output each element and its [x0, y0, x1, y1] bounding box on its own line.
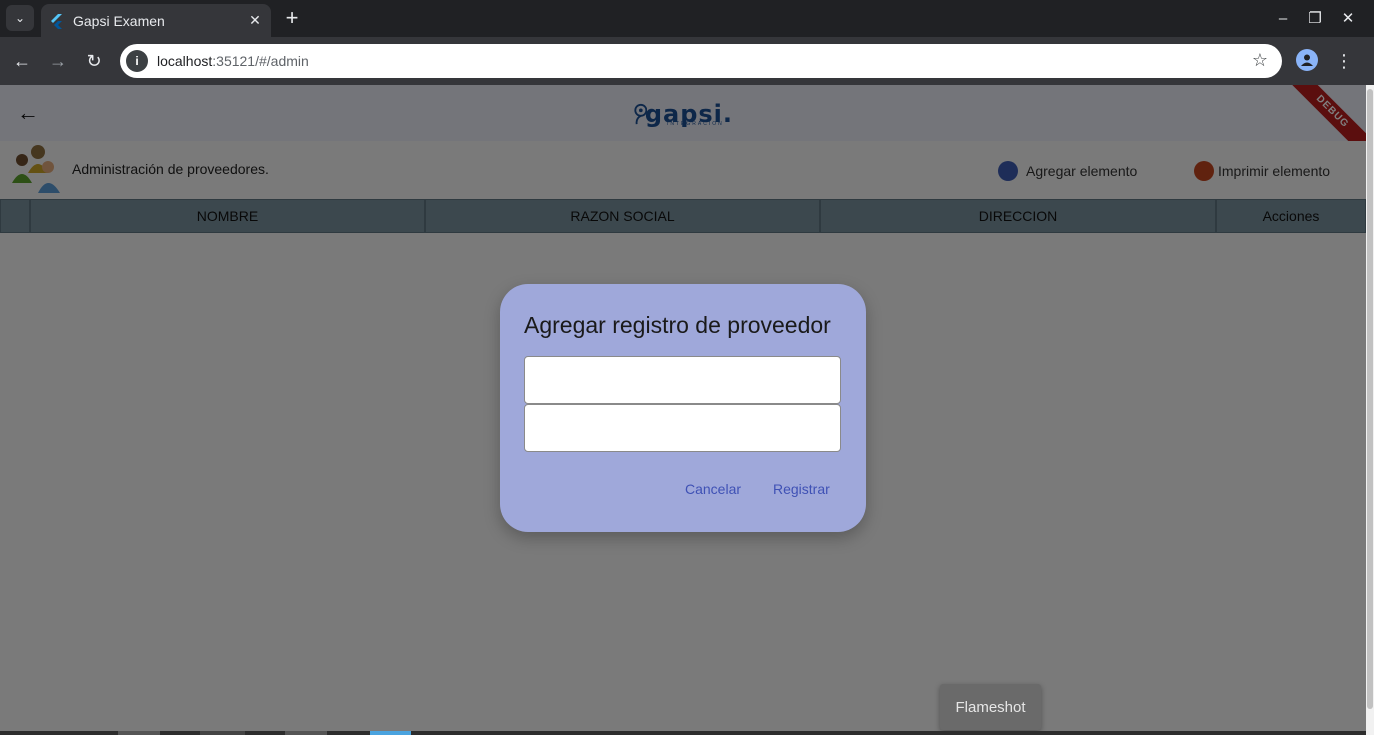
tab-title: Gapsi Examen [73, 12, 165, 29]
profile-avatar-icon[interactable] [1296, 49, 1318, 71]
taskbar-item[interactable] [285, 731, 327, 735]
taskbar-strip [0, 731, 1366, 735]
browser-tab[interactable]: Gapsi Examen ✕ [41, 4, 271, 37]
flutter-favicon-icon [51, 13, 62, 29]
minimize-icon[interactable]: – [1271, 6, 1295, 30]
bookmark-star-icon[interactable]: ☆ [1252, 50, 1268, 71]
cancel-button[interactable]: Cancelar [685, 481, 741, 497]
page-scrollbar[interactable] [1366, 85, 1374, 735]
close-tab-icon[interactable]: ✕ [245, 11, 265, 31]
new-tab-icon[interactable]: + [280, 5, 304, 30]
browser-toolbar: ← → ↻ i localhost:35121/#/admin ☆ ⋮ [0, 37, 1374, 85]
forward-icon[interactable]: → [44, 47, 72, 75]
browser-tab-bar: ⌄ Gapsi Examen ✕ + – ❐ ✕ [0, 0, 1374, 37]
browser-menu-icon[interactable]: ⋮ [1334, 49, 1354, 73]
add-supplier-dialog: Agregar registro de proveedor Cancelar R… [500, 284, 866, 532]
scrollbar-thumb[interactable] [1367, 89, 1373, 709]
taskbar-item[interactable] [118, 731, 160, 735]
supplier-field-1[interactable] [524, 356, 841, 404]
restore-icon[interactable]: ❐ [1303, 6, 1327, 30]
dialog-title: Agregar registro de proveedor [524, 312, 831, 338]
back-icon[interactable]: ← [8, 47, 36, 75]
flameshot-popup[interactable]: Flameshot [940, 684, 1041, 730]
address-bar[interactable]: i localhost:35121/#/admin ☆ [120, 44, 1282, 78]
app-viewport: ← gapsi. INTEGRACION DEBUG Administració… [0, 85, 1366, 735]
register-button[interactable]: Registrar [773, 481, 830, 497]
supplier-field-2[interactable] [524, 404, 841, 452]
url-text: localhost:35121/#/admin [157, 53, 309, 69]
taskbar-item-active[interactable] [370, 731, 411, 735]
reload-icon[interactable]: ↻ [80, 47, 108, 75]
site-info-icon[interactable]: i [126, 50, 148, 72]
tab-search-button[interactable]: ⌄ [6, 5, 34, 31]
close-window-icon[interactable]: ✕ [1336, 6, 1360, 30]
taskbar-item[interactable] [200, 731, 245, 735]
